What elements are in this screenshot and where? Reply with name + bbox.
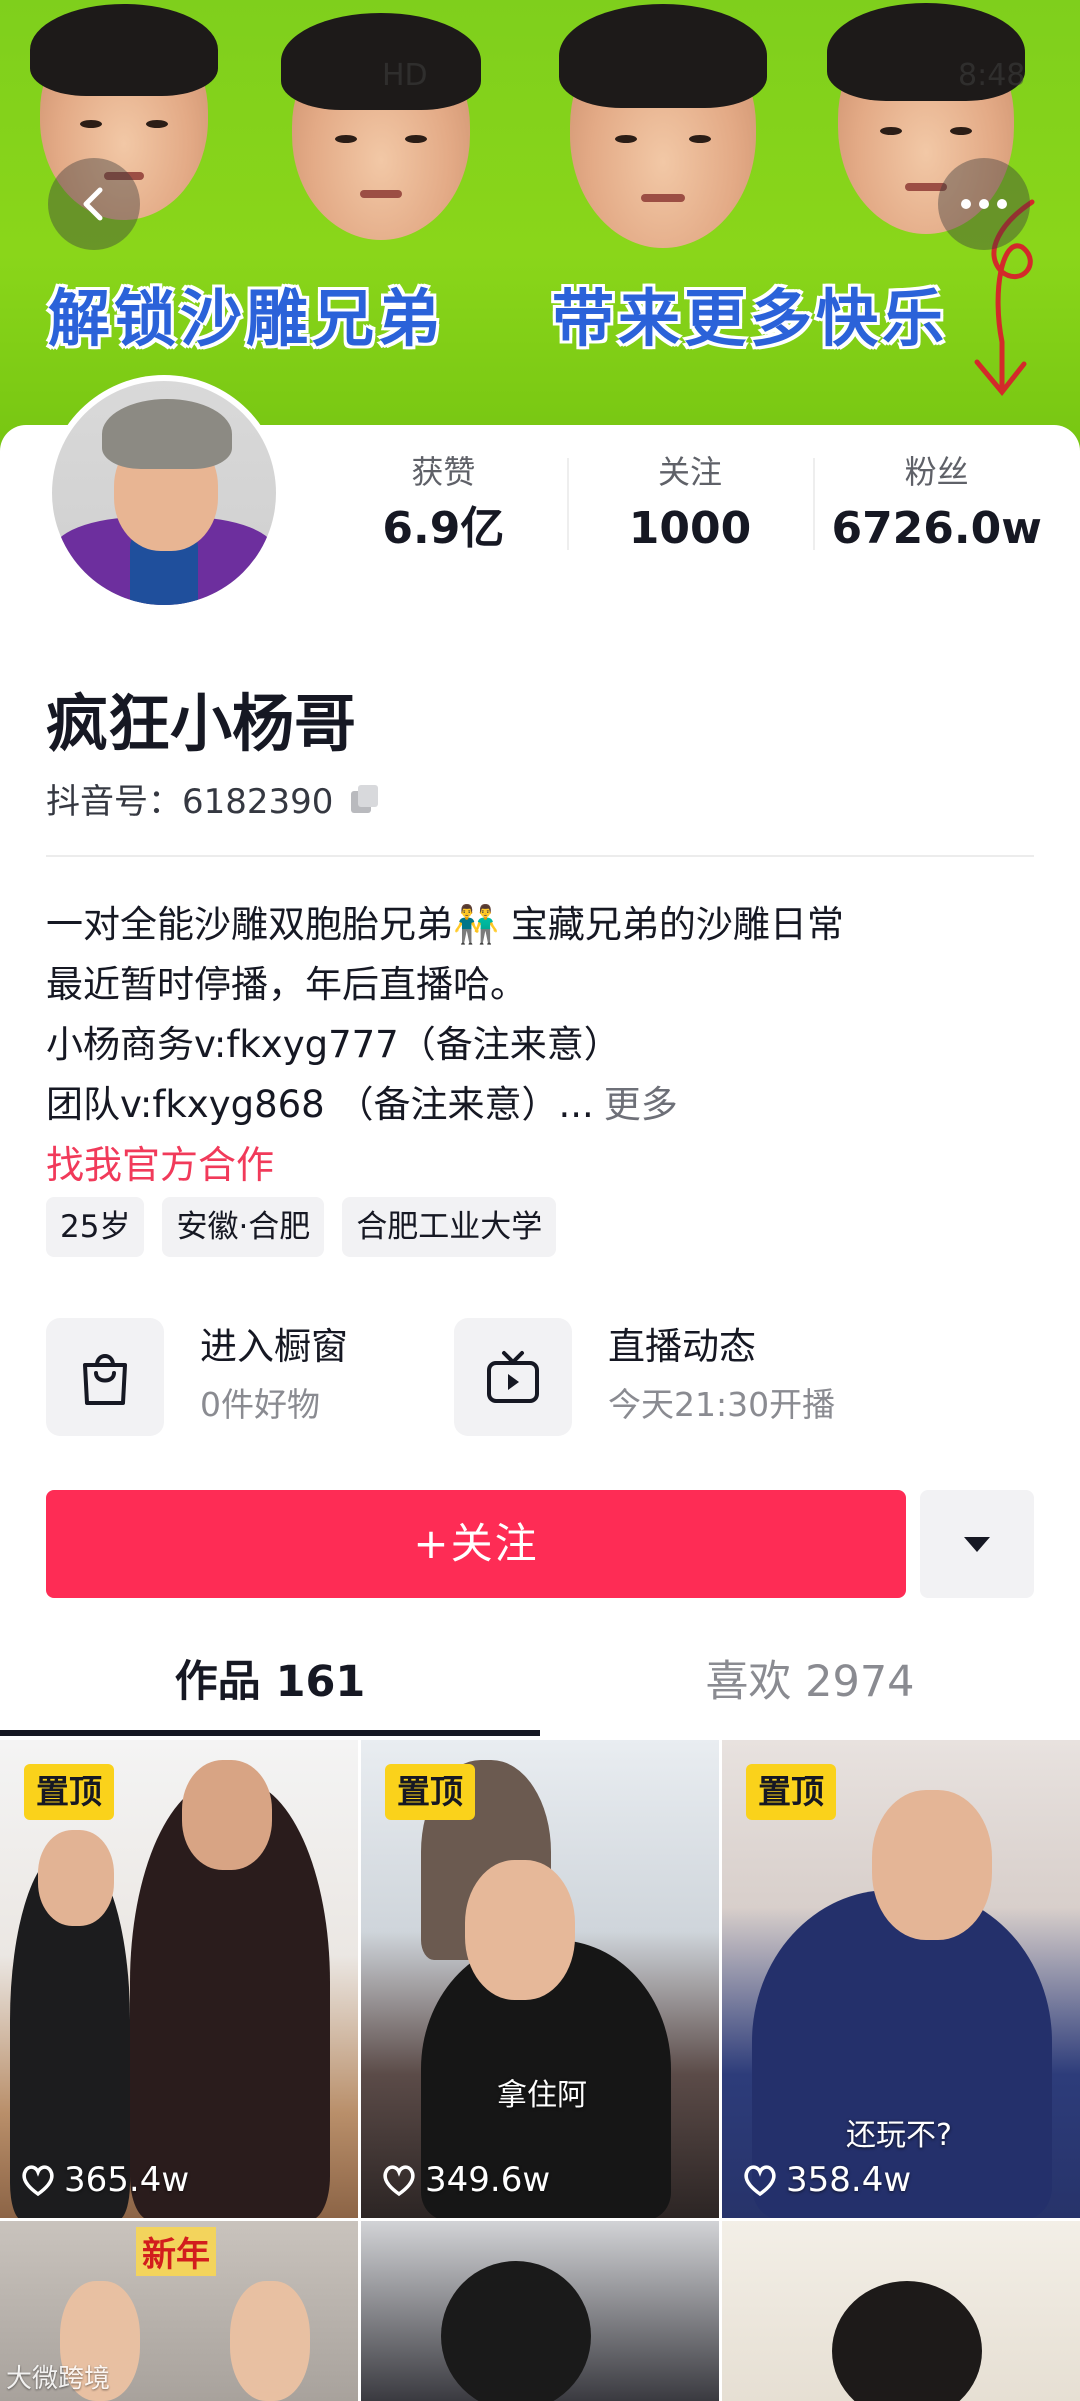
like-count: 358.4w: [786, 2160, 912, 2200]
tab-likes[interactable]: 喜欢 2974: [540, 1640, 1080, 1736]
stat-value: 1000: [628, 503, 752, 554]
tab-works[interactable]: 作品 161: [0, 1640, 540, 1736]
shop-window-title: 进入橱窗: [200, 1325, 348, 1368]
heart-icon: [744, 2165, 776, 2196]
video-thumbnail[interactable]: 置顶 365.4w: [0, 1740, 358, 2218]
douyin-id-label: 抖音号：: [46, 782, 182, 822]
more-dots-icon: [961, 199, 1007, 209]
video-thumbnail[interactable]: [361, 2221, 719, 2401]
banner-text-right: 带来更多快乐: [552, 282, 949, 355]
stat-likes[interactable]: 获赞 6.9亿: [320, 450, 567, 560]
profile-name: 疯狂小杨哥: [46, 687, 357, 760]
bio-line: 一对全能沙雕双胞胎兄弟👬 宝藏兄弟的沙雕日常: [46, 903, 844, 946]
heart-icon: [22, 2165, 54, 2196]
stat-value: 6726.0w: [831, 503, 1042, 554]
live-status-link[interactable]: 直播动态 今天21:30开播: [454, 1318, 835, 1436]
live-status-subtitle: 今天21:30开播: [608, 1385, 836, 1424]
douyin-id-row: 抖音号：6182390: [46, 774, 383, 823]
live-status-title: 直播动态: [608, 1325, 756, 1368]
back-button[interactable]: [48, 158, 140, 250]
douyin-id-value: 6182390: [182, 782, 334, 822]
stat-followers[interactable]: 粉丝 6726.0w: [813, 450, 1060, 560]
status-hd-label: HD: [382, 58, 428, 93]
profile-bio: 一对全能沙雕双胞胎兄弟👬 宝藏兄弟的沙雕日常 最近暂时停播，年后直播哈。 小杨商…: [46, 895, 1036, 1195]
profile-stats: 获赞 6.9亿 关注 1000 粉丝 6726.0w: [320, 450, 1060, 560]
caret-down-icon: [964, 1537, 990, 1552]
video-caption: 还玩不?: [846, 2118, 952, 2153]
stat-following[interactable]: 关注 1000: [566, 450, 814, 560]
business-cooperation-link[interactable]: 找我官方合作: [46, 1135, 1036, 1195]
divider: [46, 855, 1034, 857]
follow-button[interactable]: +关注: [46, 1490, 906, 1598]
banner-face-2: [281, 13, 481, 240]
like-count: 349.6w: [425, 2160, 551, 2200]
video-caption: 拿住阿: [497, 2078, 587, 2113]
copy-icon[interactable]: [347, 781, 383, 817]
live-tv-icon: [487, 1351, 539, 1403]
avatar[interactable]: [46, 375, 282, 611]
tag-age: 25岁: [46, 1197, 145, 1257]
more-options-button[interactable]: [938, 158, 1030, 250]
shop-window-subtitle: 0件好物: [200, 1385, 320, 1424]
profile-tags: 25岁 安徽·合肥 合肥工业大学: [46, 1197, 557, 1257]
tag-location[interactable]: 安徽·合肥: [162, 1197, 325, 1257]
video-grid: 置顶 365.4w 置顶 拿住阿 349.6w 置顶 还玩不? 358.4w 新…: [0, 1740, 1080, 2401]
chevron-left-icon: [83, 187, 103, 221]
pinned-badge: 置顶: [385, 1764, 475, 1820]
stat-label: 关注: [658, 453, 723, 491]
stat-label: 获赞: [411, 453, 476, 491]
content-tabs: 作品 161 喜欢 2974: [0, 1640, 1080, 1736]
tab-active-indicator: [0, 1730, 540, 1736]
bio-more-link[interactable]: 更多: [604, 1083, 678, 1126]
video-thumbnail[interactable]: 置顶 还玩不? 358.4w: [722, 1740, 1080, 2218]
banner-text-left: 解锁沙雕兄弟: [48, 282, 445, 355]
pinned-badge: 置顶: [746, 1764, 836, 1820]
banner-face-3: [558, 3, 768, 248]
bio-line: 团队v:fkxyg868 （备注来意）...: [46, 1083, 594, 1126]
shopping-bag-icon: [83, 1354, 127, 1405]
recommend-dropdown-button[interactable]: [920, 1490, 1034, 1598]
status-time: 8:48: [958, 58, 1026, 93]
heart-icon: [383, 2165, 415, 2196]
video-thumbnail[interactable]: 置顶 拿住阿 349.6w: [361, 1740, 719, 2218]
stat-label: 粉丝: [904, 453, 969, 491]
pinned-badge: 置顶: [24, 1764, 114, 1820]
video-thumbnail[interactable]: 新年 大微跨境: [0, 2221, 358, 2401]
video-caption: 新年: [136, 2227, 216, 2276]
stat-value: 6.9亿: [382, 503, 505, 554]
bio-line: 最近暂时停播，年后直播哈。: [46, 963, 527, 1006]
shop-window-link[interactable]: 进入橱窗 0件好物: [46, 1318, 348, 1436]
like-count: 365.4w: [64, 2160, 190, 2200]
bio-line: 小杨商务v:fkxyg777（备注来意）: [46, 1023, 621, 1066]
tag-school[interactable]: 合肥工业大学: [342, 1197, 557, 1257]
video-thumbnail[interactable]: [722, 2221, 1080, 2401]
